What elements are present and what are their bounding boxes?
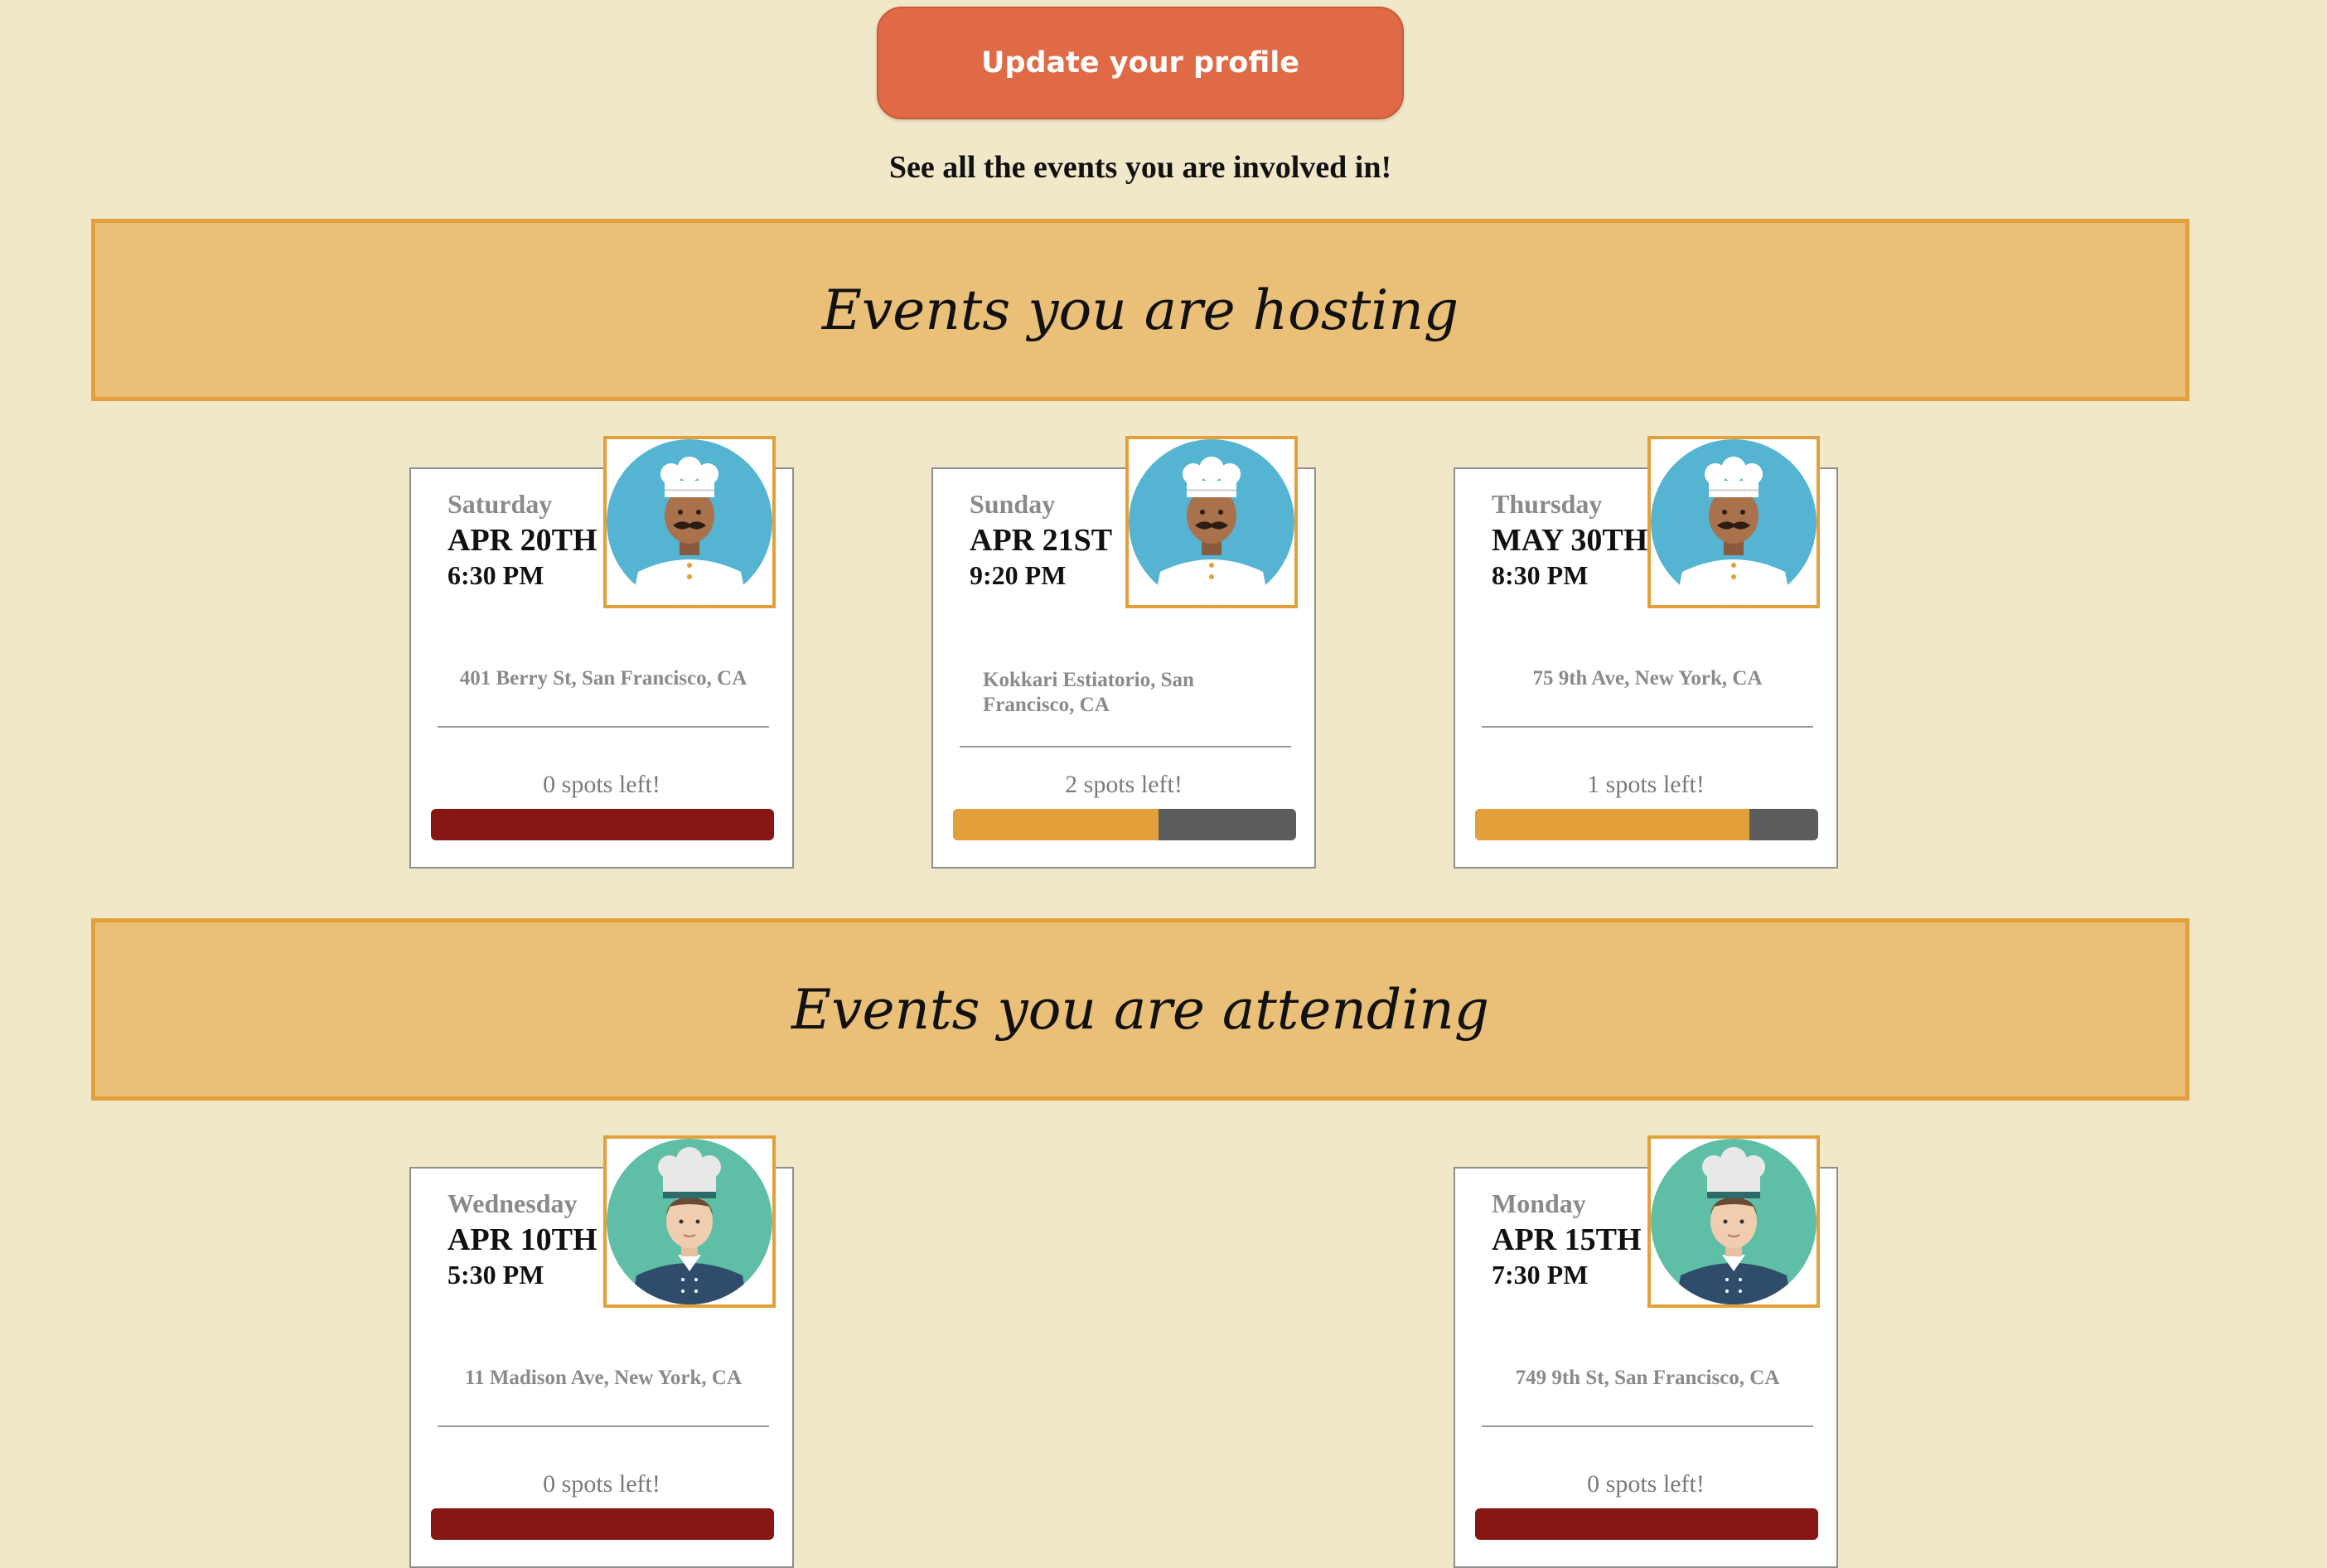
event-date: MAY 30TH [1492,523,1648,558]
event-day: Thursday [1492,489,1603,519]
event-card[interactable]: Wednesday APR 10TH 5:30 PM 11 Madison Av… [409,1135,794,1568]
event-card[interactable]: Monday APR 15TH 7:30 PM 749 9th St, San … [1454,1135,1838,1568]
capacity-bar [431,1508,774,1540]
event-day: Saturday [448,489,553,519]
capacity-bar [1475,809,1818,840]
chef-mustache-avatar-icon [1647,436,1820,608]
event-card[interactable]: Saturday APR 20TH 6:30 PM 401 Berry St, … [409,436,794,869]
event-address: 75 9th Ave, New York, CA [1532,667,1763,690]
attending-section-header: Events you are attending [91,918,2189,1101]
card-divider [1482,1425,1813,1427]
event-day: Wednesday [448,1188,578,1218]
capacity-bar [1475,1508,1818,1540]
update-profile-button[interactable]: Update your profile [877,7,1404,119]
event-time: 8:30 PM [1492,560,1589,590]
attending-section-title: Events you are attending [791,977,1489,1042]
capacity-bar-fill [1475,809,1750,840]
event-time: 6:30 PM [448,560,544,590]
capacity-bar-fill [953,809,1159,840]
hosting-section-title: Events you are hosting [821,278,1459,342]
capacity-bar [431,809,774,840]
event-date: APR 20TH [448,523,597,558]
capacity-bar [953,809,1296,840]
chef-mustache-avatar-icon [603,436,776,608]
event-time: 9:20 PM [970,560,1067,590]
card-divider [960,746,1291,748]
spots-left: 2 spots left! [1065,771,1183,798]
spots-left: 1 spots left! [1587,771,1705,798]
page-subtitle: See all the events you are involved in! [888,150,1392,185]
hosting-section-header: Events you are hosting [91,219,2189,401]
event-time: 5:30 PM [448,1260,544,1290]
event-date: APR 15TH [1492,1222,1642,1257]
event-address: Kokkari Estiatorio, San Francisco, CA [983,669,1194,716]
spots-left: 0 spots left! [1587,1470,1705,1498]
card-divider [438,726,769,728]
event-card[interactable]: Thursday MAY 30TH 8:30 PM 75 9th Ave, Ne… [1454,436,1838,869]
event-date: APR 10TH [448,1222,597,1257]
event-address: 749 9th St, San Francisco, CA [1515,1367,1780,1389]
card-divider [438,1425,769,1427]
card-divider [1482,726,1813,728]
chef-young-avatar-icon [603,1135,776,1308]
chef-young-avatar-icon [1647,1135,1820,1308]
spots-left: 0 spots left! [543,1470,660,1498]
event-time: 7:30 PM [1492,1260,1589,1290]
event-address: 11 Madison Ave, New York, CA [464,1367,743,1389]
spots-left: 0 spots left! [543,771,660,798]
event-address: 401 Berry St, San Francisco, CA [459,667,747,690]
event-day: Monday [1492,1188,1586,1218]
event-date: APR 21ST [970,523,1113,558]
event-card[interactable]: Sunday APR 21ST 9:20 PM Kokkari Estiator… [931,436,1316,869]
event-day: Sunday [970,489,1056,519]
chef-mustache-avatar-icon [1125,436,1298,608]
